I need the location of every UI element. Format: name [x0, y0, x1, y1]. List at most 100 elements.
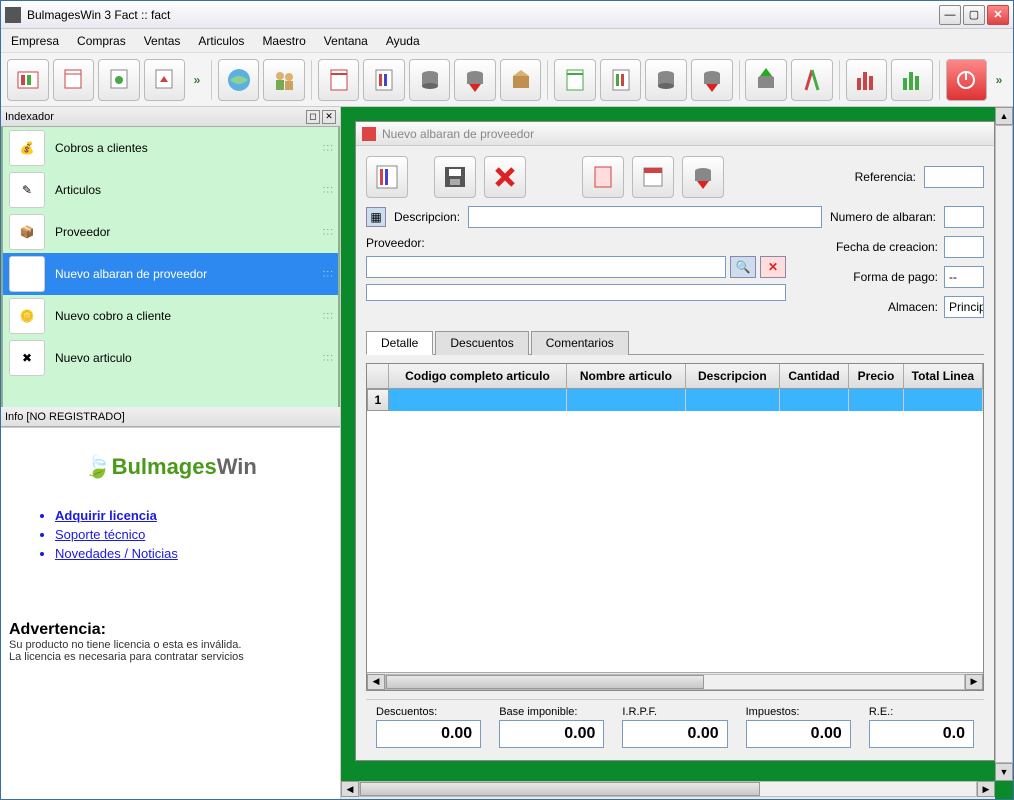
dock-float-button[interactable]: ◻: [306, 110, 320, 124]
scroll-track[interactable]: [385, 674, 965, 690]
toolbar-db2-icon[interactable]: [645, 59, 687, 101]
label-referencia: Referencia:: [855, 170, 916, 184]
toolbar-chart-red-icon[interactable]: [846, 59, 888, 101]
save-button[interactable]: [434, 156, 476, 198]
scroll-thumb[interactable]: [386, 675, 704, 689]
descripcion-input[interactable]: [468, 206, 822, 228]
toolbar-doc-bars-icon[interactable]: [363, 59, 405, 101]
mdi-child-window: Nuevo albaran de proveedor Referencia:: [355, 121, 995, 761]
indexer-item-nuevo-albaran[interactable]: ▥Nuevo albaran de proveedor:::: [3, 253, 338, 295]
logo: 🍃BulmagesWin: [9, 454, 332, 480]
indexer-item-nuevo-articulo[interactable]: ✖Nuevo articulo:::: [3, 337, 338, 379]
menu-maestro[interactable]: Maestro: [262, 34, 305, 48]
toolbar-db-up-icon[interactable]: [745, 59, 787, 101]
tab-comentarios[interactable]: Comentarios: [531, 331, 629, 355]
label-almacen: Almacen:: [888, 300, 938, 314]
toolbar-pencils-icon[interactable]: [791, 59, 833, 101]
link-licencia[interactable]: Adquirir licencia: [55, 508, 332, 523]
scroll-right-button[interactable]: ▶: [965, 674, 983, 690]
referencia-input[interactable]: [924, 166, 984, 188]
toolbar-overflow-2[interactable]: »: [991, 73, 1007, 87]
menu-ventas[interactable]: Ventas: [144, 34, 181, 48]
main-toolbar: » »: [1, 53, 1013, 107]
grid-header-descripcion[interactable]: Descripcion: [686, 364, 780, 389]
mdi-toolbar-cal-button[interactable]: [632, 156, 674, 198]
toolbar-doc-bars2-icon[interactable]: [600, 59, 642, 101]
descripcion-icon[interactable]: ▦: [366, 207, 386, 227]
vscroll-track[interactable]: [995, 125, 1013, 763]
menu-articulos[interactable]: Articulos: [198, 34, 244, 48]
close-button[interactable]: ✕: [987, 5, 1009, 25]
menu-ayuda[interactable]: Ayuda: [386, 34, 420, 48]
vscroll-up-button[interactable]: ▲: [995, 107, 1013, 125]
indexer-item-proveedor[interactable]: 📦Proveedor:::: [3, 211, 338, 253]
grid-rownum-1[interactable]: 1: [367, 389, 389, 411]
toolbar-globe-icon[interactable]: [218, 59, 260, 101]
hscroll-right-button[interactable]: ▶: [977, 781, 995, 797]
tab-detalle[interactable]: Detalle: [366, 331, 433, 355]
hscroll-track[interactable]: [359, 781, 977, 797]
proveedor-search-button[interactable]: 🔍: [730, 256, 756, 278]
mdi-area-vscroll[interactable]: ▲ ▼: [995, 107, 1013, 781]
scroll-left-button[interactable]: ◀: [367, 674, 385, 690]
link-novedades[interactable]: Novedades / Noticias: [55, 546, 332, 561]
toolbar-btn-2[interactable]: [53, 59, 95, 101]
proveedor-input[interactable]: [366, 256, 726, 278]
mdi-toolbar-db-down-button[interactable]: [682, 156, 724, 198]
grid-header-codigo[interactable]: Codigo completo articulo: [389, 364, 567, 389]
mdi-titlebar[interactable]: Nuevo albaran de proveedor: [356, 122, 994, 146]
numero-albaran-input[interactable]: [944, 206, 984, 228]
forma-pago-select[interactable]: --: [944, 266, 984, 288]
menu-compras[interactable]: Compras: [77, 34, 126, 48]
minimize-button[interactable]: —: [939, 5, 961, 25]
maximize-button[interactable]: ▢: [963, 5, 985, 25]
toolbar-btn-3[interactable]: [98, 59, 140, 101]
mdi-toolbar-notes-button[interactable]: [366, 156, 408, 198]
indexer-item-articulos[interactable]: ✎Articulos:::: [3, 169, 338, 211]
toolbar-users-icon[interactable]: [263, 59, 305, 101]
fecha-input[interactable]: [944, 236, 984, 258]
tab-descuentos[interactable]: Descuentos: [435, 331, 528, 355]
hscroll-thumb[interactable]: [360, 782, 760, 796]
total-value-re: 0.0: [869, 720, 974, 748]
toolbar-db-icon[interactable]: [409, 59, 451, 101]
total-label-descuentos: Descuentos:: [376, 706, 481, 718]
toolbar-btn-1[interactable]: [7, 59, 49, 101]
pencils-cross-icon: ✖: [9, 340, 45, 376]
mdi-area-hscroll[interactable]: ◀ ▶: [341, 781, 995, 799]
grid-header-precio[interactable]: Precio: [849, 364, 904, 389]
toolbar-db-down-icon[interactable]: [454, 59, 496, 101]
toolbar-db-down2-icon[interactable]: [691, 59, 733, 101]
vscroll-down-button[interactable]: ▼: [995, 763, 1013, 781]
grid-header-cantidad[interactable]: Cantidad: [780, 364, 849, 389]
grid-header-nombre[interactable]: Nombre articulo: [567, 364, 686, 389]
almacen-select[interactable]: Princip: [944, 296, 984, 318]
indexer-item-cobros[interactable]: 💰Cobros a clientes:::: [3, 127, 338, 169]
grid-header-rownum[interactable]: [367, 364, 389, 389]
toolbar-btn-4[interactable]: [144, 59, 186, 101]
menu-empresa[interactable]: Empresa: [11, 34, 59, 48]
mdi-toolbar-doc-button[interactable]: [582, 156, 624, 198]
window-title: BulmagesWin 3 Fact :: fact: [27, 8, 939, 22]
hscroll-left-button[interactable]: ◀: [341, 781, 359, 797]
grid-header-total[interactable]: Total Linea: [904, 364, 983, 389]
toolbar-doc-green-icon[interactable]: [554, 59, 596, 101]
menu-ventana[interactable]: Ventana: [324, 34, 368, 48]
dock-close-button[interactable]: ✕: [322, 110, 336, 124]
lines-grid[interactable]: Codigo completo articulo Nombre articulo…: [366, 363, 984, 691]
totals-row: Descuentos:0.00 Base imponible:0.00 I.R.…: [366, 699, 984, 754]
pencil-icon: ✎: [9, 172, 45, 208]
link-soporte[interactable]: Soporte técnico: [55, 527, 332, 542]
toolbar-overflow-1[interactable]: »: [189, 73, 205, 87]
toolbar-chart-green-icon[interactable]: [891, 59, 933, 101]
proveedor-extra-input[interactable]: [366, 284, 786, 301]
grid-hscroll[interactable]: ◀ ▶: [367, 672, 983, 690]
toolbar-doc-red-icon[interactable]: [318, 59, 360, 101]
proveedor-clear-button[interactable]: ✕: [760, 256, 786, 278]
delete-button[interactable]: [484, 156, 526, 198]
toolbar-power-icon[interactable]: [946, 59, 988, 101]
indexer-dock-title: Indexador ◻ ✕: [1, 107, 340, 127]
indexer-item-nuevo-cobro[interactable]: 🪙Nuevo cobro a cliente:::: [3, 295, 338, 337]
grid-row-1[interactable]: 1: [367, 389, 983, 411]
toolbar-box-icon[interactable]: [500, 59, 542, 101]
